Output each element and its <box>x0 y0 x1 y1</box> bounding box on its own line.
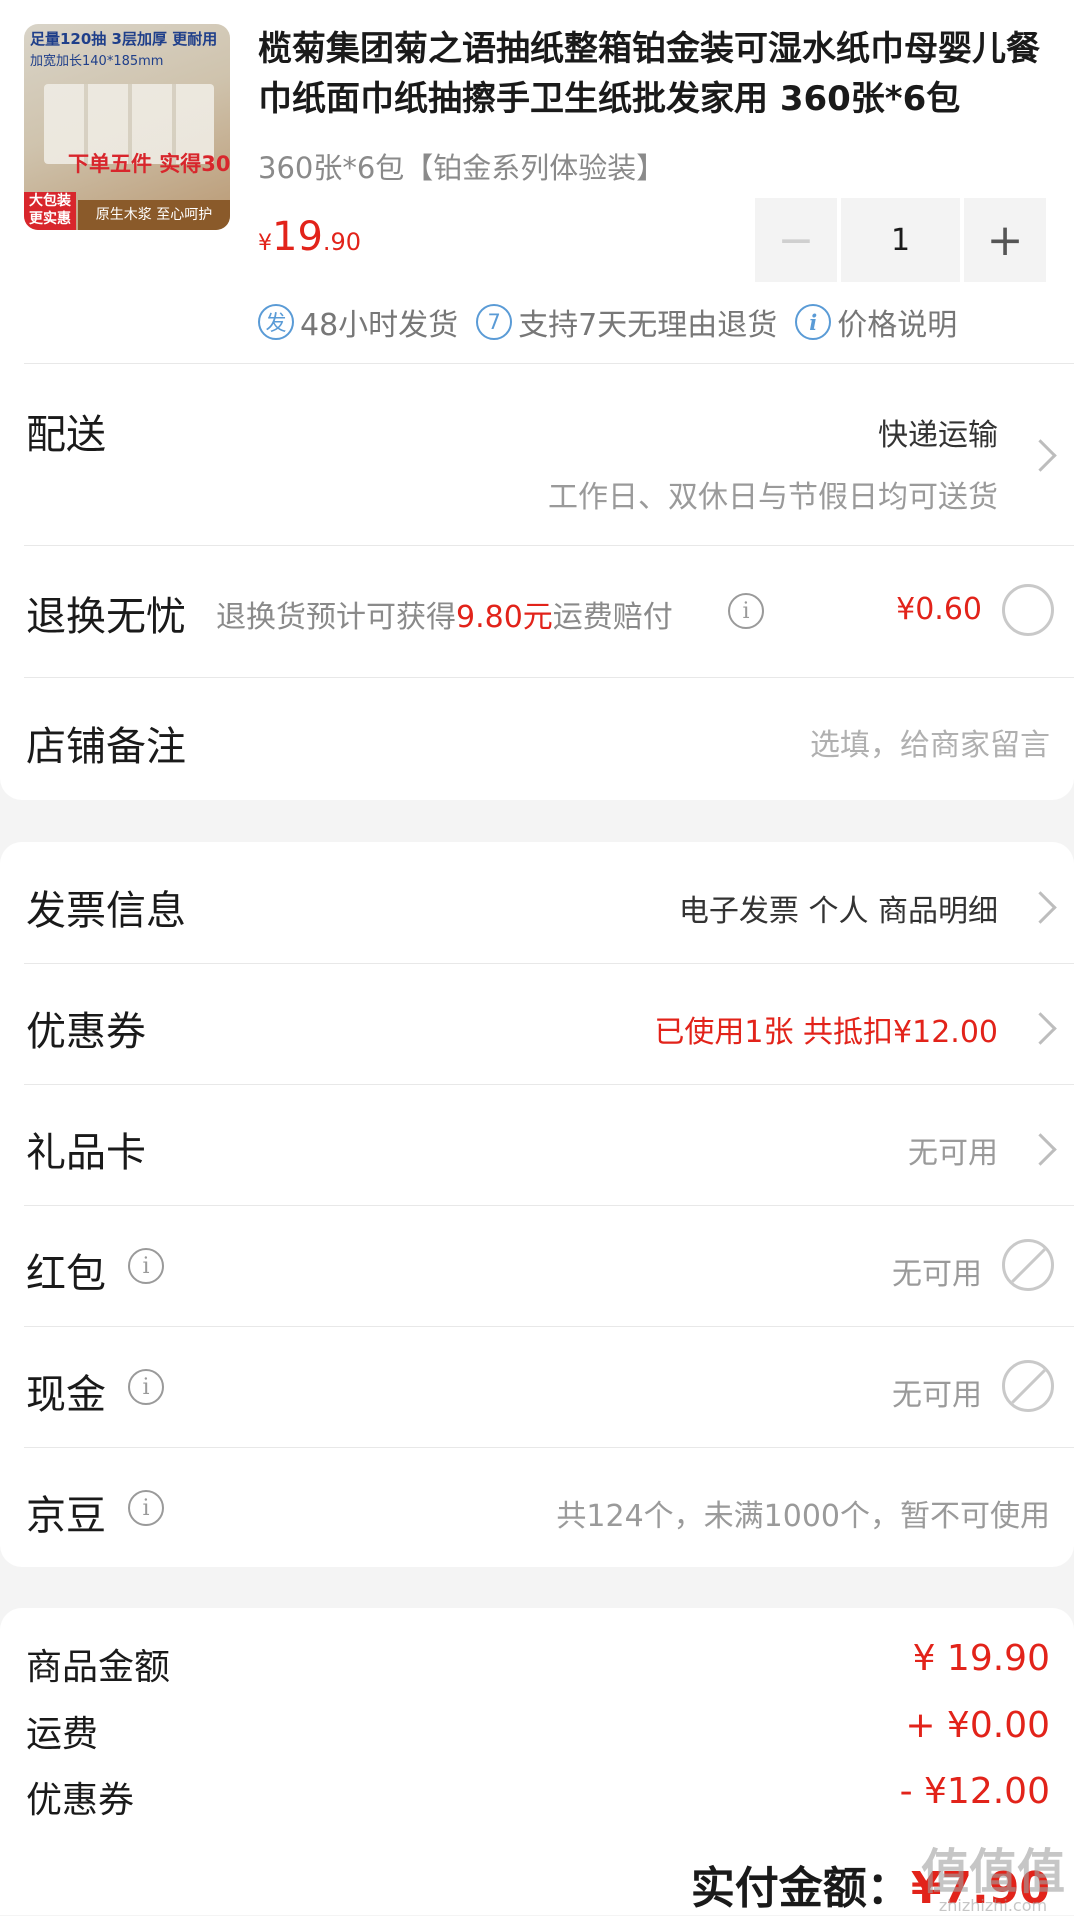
store-remark-input[interactable]: 选填，给商家留言 <box>810 720 1050 764</box>
redpacket-value: 无可用 <box>892 1257 982 1292</box>
giftcard-label: 礼品卡 <box>26 1130 146 1176</box>
divider <box>24 677 1074 678</box>
thumb-text-1: 足量120抽 3层加厚 更耐用 <box>30 30 218 48</box>
ship-badge-icon: 发 <box>258 304 294 340</box>
cash-value: 无可用 <box>892 1378 982 1413</box>
price-currency: ¥ <box>258 231 272 256</box>
product-spec[interactable]: 360张*6包【铂金系列体验装】 <box>258 145 665 187</box>
invoice-value: 电子发票 个人 商品明细 <box>678 894 998 929</box>
delivery-note: 工作日、双休日与节假日均可送货 <box>548 480 998 515</box>
return-badge-text: 支持7天无理由退货 <box>518 308 778 343</box>
product-thumbnail[interactable]: 足量120抽 3层加厚 更耐用 加宽加长140*185mm 下单五件 实得30+… <box>24 24 230 230</box>
ship-badge-text: 48小时发货 <box>300 308 459 343</box>
service-badges: 发 48小时发货 7 支持7天无理由退货 i 价格说明 <box>258 300 975 344</box>
shipping-label: 运费 <box>26 1714 99 1755</box>
thumb-footer: 原生木浆 至心呵护 <box>78 200 230 230</box>
product-title[interactable]: 榄菊集团菊之语抽纸整箱铂金装可湿水纸巾母婴儿餐巾纸面巾纸抽擦手卫生纸批发家用 3… <box>258 24 1048 124</box>
chevron-right-icon <box>1024 1133 1057 1166</box>
product-price: ¥19.90 <box>258 214 361 260</box>
giftcard-value: 无可用 <box>908 1136 998 1171</box>
decrease-button[interactable]: − <box>755 198 837 282</box>
return-badge-icon: 7 <box>476 304 513 340</box>
returns-desc-suffix: 运费赔付 <box>552 600 673 635</box>
coupon-summary-label: 优惠券 <box>26 1780 135 1821</box>
returns-desc-prefix: 退换货预计可获得 <box>216 600 456 635</box>
shipping-value: + ¥0.00 <box>905 1705 1050 1746</box>
price-info-icon[interactable]: i <box>795 304 832 340</box>
total-label: 实付金额： <box>690 1863 911 1914</box>
increase-button[interactable]: + <box>964 198 1046 282</box>
divider <box>24 1084 1074 1085</box>
chevron-right-icon <box>1024 439 1057 472</box>
watermark-site: zhizhizhi.com <box>938 1896 1048 1915</box>
order-card: 足量120抽 3层加厚 更耐用 加宽加长140*185mm 下单五件 实得30+… <box>0 0 1074 800</box>
watermark-logo: 值值值 zhizhizhi.com <box>918 1832 1068 1915</box>
returns-radio[interactable] <box>1002 584 1054 636</box>
price-info-link[interactable]: 价格说明 <box>837 300 957 344</box>
returns-description: 退换货预计可获得9.80元运费赔付 <box>216 592 673 636</box>
coupon-summary-value: - ¥12.00 <box>899 1771 1050 1812</box>
price-decimal: .90 <box>322 228 362 256</box>
divider <box>24 545 1074 546</box>
quantity-input[interactable]: 1 <box>841 198 960 282</box>
divider <box>24 1447 1074 1448</box>
coupon-label: 优惠券 <box>26 1009 146 1055</box>
thumb-promo: 下单五件 实得30+10包 <box>68 152 230 176</box>
goods-amount-label: 商品金额 <box>26 1647 171 1688</box>
coupon-value: 已使用1张 共抵扣¥12.00 <box>654 1015 998 1050</box>
returns-label: 退换无忧 <box>26 594 186 640</box>
chevron-right-icon <box>1024 891 1057 924</box>
redpacket-label: 红包 <box>26 1251 106 1297</box>
store-remark-label: 店铺备注 <box>26 724 186 770</box>
divider <box>24 1205 1074 1206</box>
payment-options-card: 发票信息 电子发票 个人 商品明细 优惠券 已使用1张 共抵扣¥12.00 礼品… <box>0 842 1074 1567</box>
returns-desc-amount: 9.80元 <box>456 600 553 635</box>
returns-price: ¥0.60 <box>896 592 982 627</box>
disabled-icon <box>1002 1239 1054 1291</box>
disabled-icon <box>1002 1360 1054 1412</box>
cash-label: 现金 <box>26 1372 106 1418</box>
delivery-label: 配送 <box>26 412 106 458</box>
invoice-label: 发票信息 <box>26 888 186 934</box>
divider <box>24 1326 1074 1327</box>
info-icon[interactable]: i <box>128 1248 164 1284</box>
quantity-stepper: − 1 + <box>755 198 1050 282</box>
goods-amount-value: ¥ 19.90 <box>912 1638 1050 1679</box>
info-icon[interactable]: i <box>128 1490 164 1526</box>
divider <box>24 963 1074 964</box>
divider <box>24 363 1074 364</box>
thumb-text-2: 加宽加长140*185mm <box>30 54 164 69</box>
delivery-method: 快递运输 <box>878 418 998 453</box>
jingdou-label: 京豆 <box>26 1493 106 1539</box>
watermark-text: 值值值 <box>920 1844 1065 1900</box>
jingdou-value: 共124个，未满1000个，暂不可使用 <box>556 1499 1050 1534</box>
info-icon[interactable]: i <box>128 1369 164 1405</box>
chevron-right-icon <box>1024 1012 1057 1045</box>
thumb-tag: 大包装 更实惠 <box>24 192 76 230</box>
price-integer: 19 <box>272 214 323 260</box>
info-icon[interactable]: i <box>728 593 764 629</box>
